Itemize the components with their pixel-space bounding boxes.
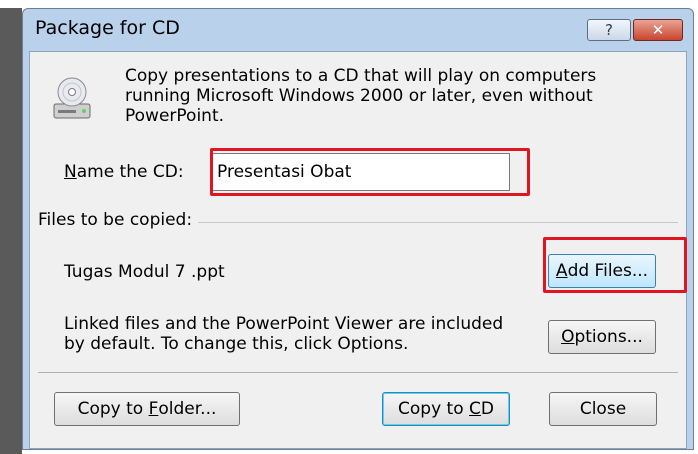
copy-cd-prefix: Copy to (398, 399, 464, 419)
name-cd-label: Name the CD: (64, 162, 184, 182)
name-label-text: ame the CD: (76, 162, 184, 182)
help-icon: ? (605, 21, 613, 39)
files-to-copy-label: Files to be copied: (38, 210, 199, 230)
add-files-button[interactable]: Add Files... (548, 254, 656, 288)
copy-to-cd-button[interactable]: Copy to CD (382, 392, 510, 426)
copy-folder-accelerator: F (148, 399, 159, 419)
close-window-button[interactable]: ✕ (633, 19, 683, 41)
title-bar[interactable]: Package for CD ? ✕ (23, 9, 693, 51)
options-accelerator: O (561, 327, 575, 347)
copy-folder-prefix: Copy to (77, 399, 144, 419)
intro-text: Copy presentations to a CD that will pla… (125, 66, 597, 126)
cd-name-highlight (210, 148, 530, 196)
desktop-background (0, 0, 22, 454)
dialog-title: Package for CD (35, 17, 180, 39)
cd-drive-icon (52, 74, 92, 124)
linked-files-note: Linked files and the PowerPoint Viewer a… (64, 314, 504, 354)
package-for-cd-dialog: Package for CD ? ✕ Copy presentations to… (22, 8, 694, 450)
add-files-label: dd Files... (567, 261, 649, 281)
desktop-top-strip (0, 0, 698, 8)
dialog-content: Copy presentations to a CD that will pla… (29, 51, 687, 449)
help-button[interactable]: ? (587, 19, 631, 41)
options-button[interactable]: Options... (548, 320, 656, 354)
close-button[interactable]: Close (549, 392, 657, 426)
file-list-item[interactable]: Tugas Modul 7 .ppt (64, 262, 225, 282)
close-icon: ✕ (651, 21, 665, 39)
bottom-separator (38, 372, 678, 373)
options-label: ptions... (574, 327, 643, 347)
copy-to-folder-button[interactable]: Copy to Folder... (54, 392, 240, 426)
copy-cd-rest: D (480, 399, 494, 419)
add-files-accelerator: A (555, 261, 568, 281)
copy-cd-accelerator: C (469, 399, 481, 419)
name-label-accelerator: N (64, 162, 77, 182)
copy-folder-rest: older... (158, 399, 217, 419)
